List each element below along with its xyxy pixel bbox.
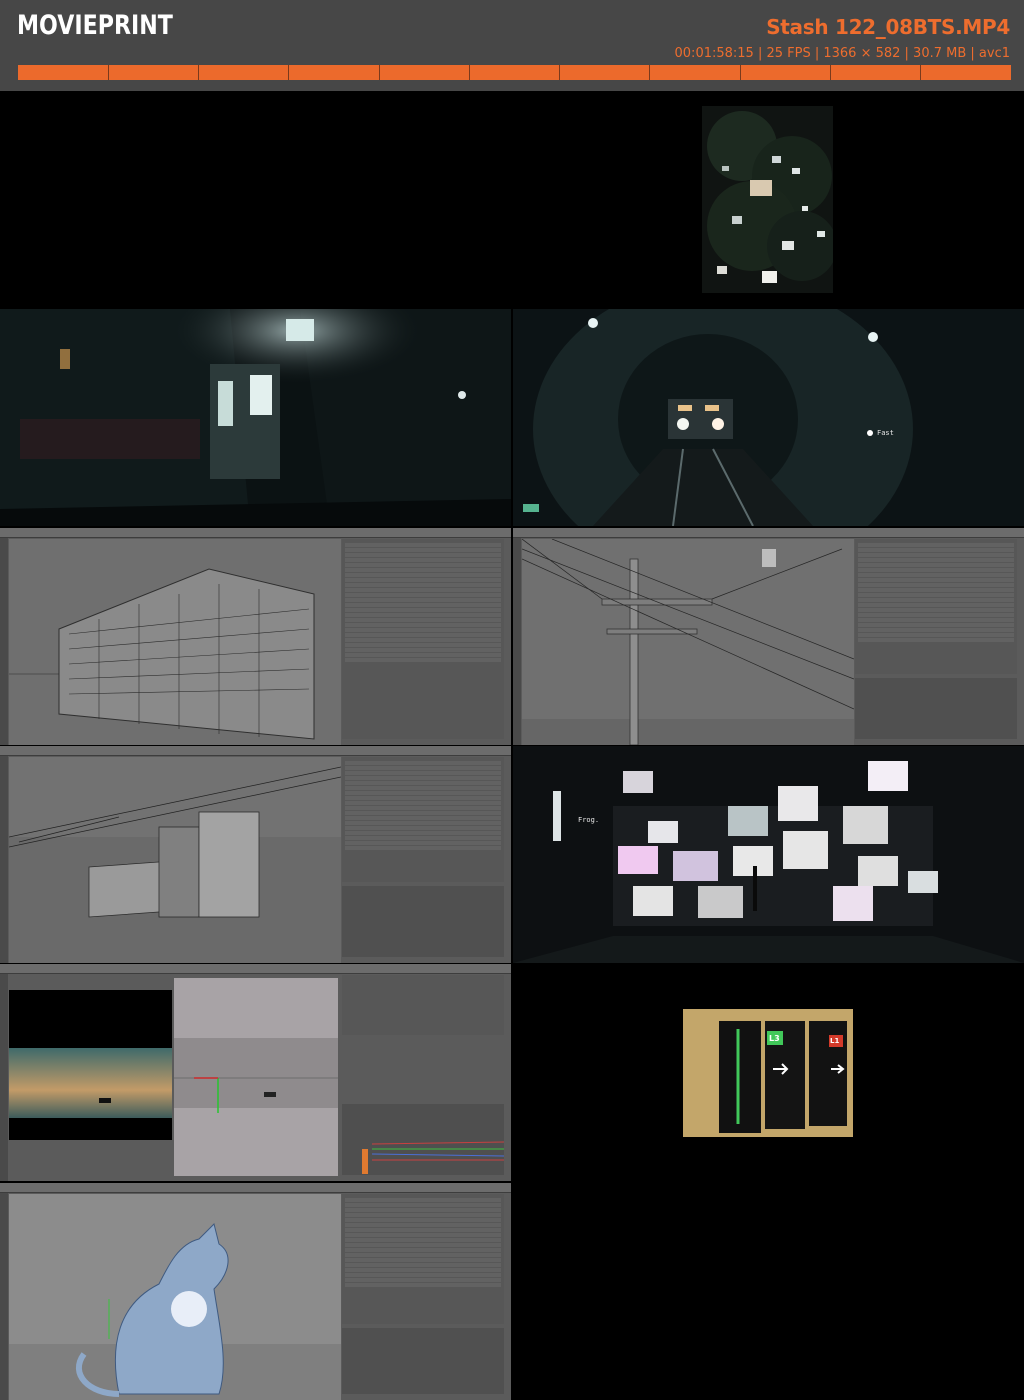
software-object-panel xyxy=(855,539,1017,674)
app-logo: MOVIEPRINT xyxy=(17,10,173,41)
timeline-tick xyxy=(649,65,650,80)
thumbnail-3d-cat[interactable] xyxy=(0,1183,511,1400)
timeline-bar[interactable] xyxy=(18,65,1011,80)
sign-line-l3: L3 xyxy=(769,1034,780,1043)
thumbnail-3d-dog-scene[interactable] xyxy=(0,964,511,1181)
overlay-dot xyxy=(867,430,873,436)
tv-overlay-text: Frog. xyxy=(578,816,600,824)
software-attributes-panel xyxy=(342,886,504,957)
timeline-tick xyxy=(740,65,741,80)
timeline-tick xyxy=(288,65,289,80)
thumbnail-subway-tunnel[interactable]: Fast xyxy=(513,309,1024,526)
software-object-panel xyxy=(342,975,504,1035)
software-attributes-panel xyxy=(342,1328,504,1394)
thumbnail-3d-powerpole[interactable] xyxy=(513,528,1024,745)
software-attributes-panel xyxy=(855,678,1017,739)
software-timeline-panel xyxy=(342,1104,505,1175)
timeline-tick xyxy=(920,65,921,80)
software-left-tools xyxy=(0,974,8,1181)
software-left-tools xyxy=(0,1193,8,1400)
timeline-tick xyxy=(108,65,109,80)
thumbnail-tv-tree[interactable] xyxy=(702,106,833,293)
timeline-tick xyxy=(198,65,199,80)
software-object-panel xyxy=(342,539,504,739)
software-left-tools xyxy=(513,538,521,745)
software-toolbar xyxy=(0,964,511,974)
thumbnail-tv-wall[interactable]: Frog. xyxy=(513,746,1024,963)
software-viewport xyxy=(174,978,338,1176)
thumbnail-3d-buildings[interactable] xyxy=(0,528,511,745)
movieprint-header: MOVIEPRINT Stash 122_08BTS.MP4 00:01:58:… xyxy=(0,0,1024,91)
software-viewport xyxy=(9,539,341,745)
timeline-tick xyxy=(559,65,560,80)
software-left-tools xyxy=(0,538,8,745)
file-metadata: 00:01:58:15 | 25 FPS | 1366 × 582 | 30.7… xyxy=(674,46,1010,61)
software-toolbar xyxy=(0,1183,511,1193)
software-toolbar xyxy=(513,528,1024,538)
software-toolbar xyxy=(0,746,511,756)
thumbnail-3d-phonebooth[interactable] xyxy=(0,746,511,963)
software-toolbar xyxy=(0,528,511,538)
software-viewport xyxy=(9,1194,341,1400)
thumbnail-metro-sign[interactable]: L3 L1 xyxy=(683,1009,853,1137)
timeline-tick xyxy=(830,65,831,80)
render-preview-window xyxy=(9,990,172,1140)
timeline-tick xyxy=(469,65,470,80)
software-left-tools xyxy=(0,756,8,963)
timeline-tick xyxy=(379,65,380,80)
software-object-panel xyxy=(342,1194,504,1324)
file-name: Stash 122_08BTS.MP4 xyxy=(766,15,1010,39)
software-object-panel xyxy=(342,757,504,882)
sign-line-l1: L1 xyxy=(830,1037,840,1045)
subway-overlay-text: Fast xyxy=(877,429,894,437)
software-viewport xyxy=(8,757,342,963)
thumbnail-alley-phonebooth[interactable] xyxy=(0,309,511,526)
software-viewport xyxy=(521,538,855,745)
